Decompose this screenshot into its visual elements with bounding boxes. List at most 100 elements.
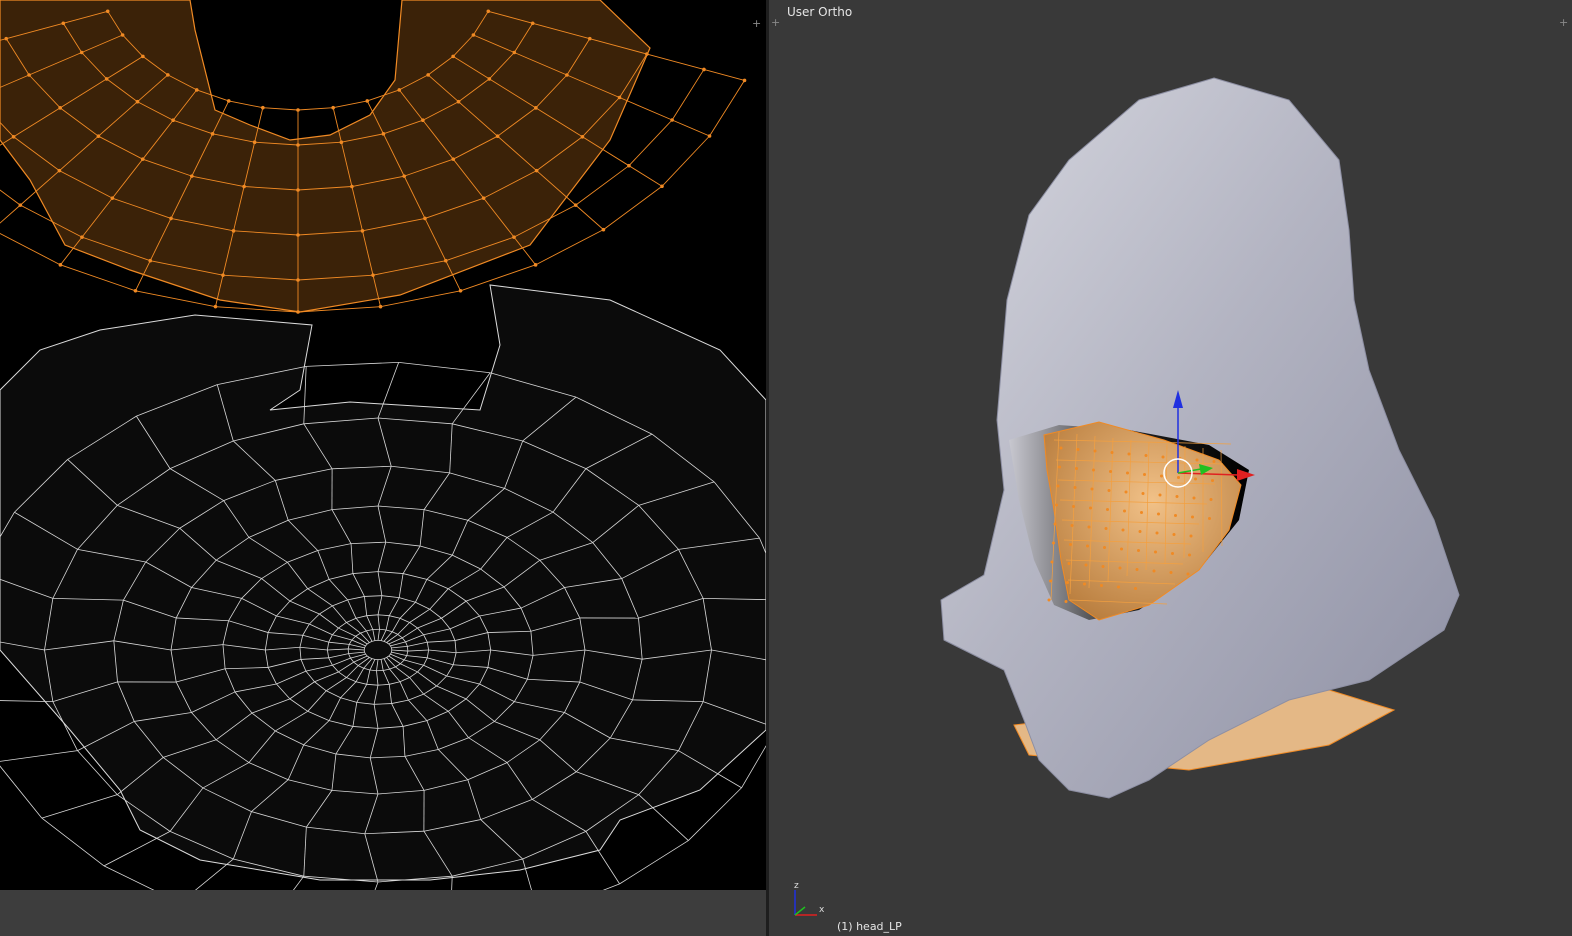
face-vertex[interactable] [1072,505,1075,508]
uv-vertex[interactable] [487,77,492,81]
uv-vertex[interactable] [140,157,145,161]
uv-vertex[interactable] [135,99,140,104]
uv-vertex[interactable] [371,273,375,277]
face-vertex[interactable] [1137,549,1140,552]
uv-vertex[interactable] [458,288,463,293]
face-vertex[interactable] [1124,490,1128,494]
uv-vertex[interactable] [481,196,486,200]
face-vertex[interactable] [1138,530,1142,533]
uv-vertex[interactable] [423,216,427,221]
uv-vertex[interactable] [402,174,406,178]
uv-vertex[interactable] [296,310,300,314]
face-vertex[interactable] [1140,511,1143,514]
uv-vertex[interactable] [645,52,649,56]
uv-vertex[interactable] [171,118,175,123]
uv-canvas[interactable] [0,0,766,890]
uv-vertex[interactable] [421,118,425,123]
face-vertex[interactable] [1157,512,1160,516]
uv-vertex[interactable] [120,33,125,37]
face-vertex[interactable] [1052,541,1055,545]
3d-viewport[interactable]: User Ortho + + z x (1) head_LP [769,0,1572,936]
face-vertex[interactable] [1161,455,1165,459]
uv-vertex[interactable] [296,233,300,237]
face-vertex[interactable] [1141,492,1145,495]
uv-vertex[interactable] [533,263,538,267]
uv-vertex[interactable] [105,9,110,14]
face-vertex[interactable] [1049,579,1052,583]
face-vertex[interactable] [1143,473,1146,476]
face-vertex[interactable] [1093,449,1097,453]
uv-vertex[interactable] [617,95,622,100]
face-vertex[interactable] [1212,460,1216,463]
face-vertex[interactable] [1084,563,1088,567]
uv-vertex[interactable] [443,258,448,263]
uv-vertex[interactable] [231,229,236,233]
uv-vertex[interactable] [601,227,606,232]
face-vertex[interactable] [1123,509,1126,513]
face-vertex[interactable] [1050,560,1054,564]
face-vertex[interactable] [1192,496,1196,500]
uv-vertex[interactable] [471,33,476,37]
face-vertex[interactable] [1064,600,1068,603]
uv-vertex[interactable] [365,99,370,103]
uv-vertex[interactable] [495,134,500,138]
uv-vertex[interactable] [296,143,300,147]
face-vertex[interactable] [1070,524,1074,527]
uv-vertex[interactable] [339,140,344,144]
face-vertex[interactable] [1086,544,1089,548]
uv-vertex[interactable] [79,50,84,55]
uv-vertex[interactable] [580,134,585,139]
face-vertex[interactable] [1172,533,1176,536]
uv-image-editor[interactable]: + [0,0,766,936]
uv-vertex[interactable] [27,73,31,77]
uv-vertex[interactable] [104,77,109,81]
uv-vertex[interactable] [80,235,84,239]
uv-vertex[interactable] [242,184,246,189]
face-vertex[interactable] [1059,446,1063,450]
face-vertex[interactable] [1209,498,1213,501]
uv-vertex[interactable] [96,134,101,138]
face-vertex[interactable] [1135,568,1139,571]
face-vertex[interactable] [1120,547,1123,551]
uv-vertex[interactable] [296,278,300,282]
face-vertex[interactable] [1175,495,1179,498]
face-vertex[interactable] [1107,489,1111,492]
face-vertex[interactable] [1089,506,1092,510]
face-vertex[interactable] [1103,546,1106,549]
face-vertex[interactable] [1195,458,1199,462]
uv-vertex[interactable] [11,134,16,139]
face-vertex[interactable] [1047,598,1051,602]
face-vertex[interactable] [1055,503,1058,507]
uv-vertex[interactable] [534,106,538,110]
face-vertex[interactable] [1121,528,1125,532]
face-vertex[interactable] [1186,572,1190,576]
face-vertex[interactable] [1155,531,1159,535]
uv-vertex[interactable] [261,105,265,110]
face-vertex[interactable] [1127,452,1131,456]
uv-vertex[interactable] [18,203,23,207]
uv-vertex[interactable] [350,184,354,189]
face-vertex[interactable] [1177,476,1180,479]
face-vertex[interactable] [1171,552,1174,555]
uv-vertex[interactable] [397,88,402,92]
uv-vertex[interactable] [4,36,9,41]
face-vertex[interactable] [1067,562,1071,565]
face-vertex[interactable] [1110,451,1114,454]
face-vertex[interactable] [1152,569,1156,573]
uv-vertex[interactable] [660,184,664,189]
face-vertex[interactable] [1075,467,1078,470]
face-vertex[interactable] [1106,508,1109,511]
uv-vertex[interactable] [252,140,257,144]
uv-vertex[interactable] [378,304,383,309]
uv-vertex[interactable] [221,273,225,277]
face-vertex[interactable] [1083,582,1086,586]
face-vertex[interactable] [1208,517,1211,520]
face-vertex[interactable] [1169,571,1173,574]
face-vertex[interactable] [1191,515,1194,519]
face-vertex[interactable] [1160,474,1163,478]
uv-vertex[interactable] [213,304,218,309]
uv-vertex[interactable] [486,9,491,14]
face-vertex[interactable] [1109,470,1112,473]
uv-vertex[interactable] [58,106,62,110]
face-vertex[interactable] [1073,486,1077,489]
